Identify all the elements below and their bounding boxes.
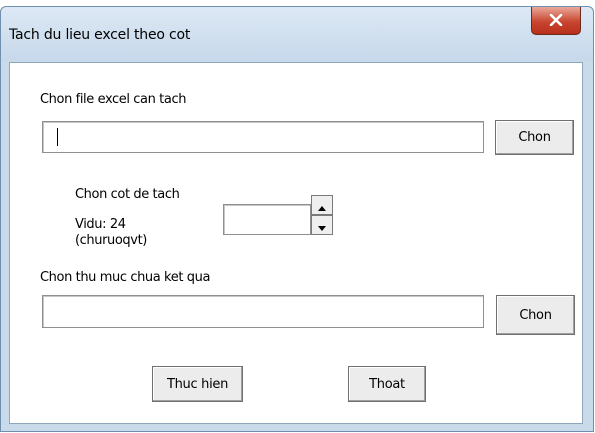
title-bar[interactable]: Tach du lieu excel theo cot — [1, 7, 593, 61]
close-button[interactable] — [531, 7, 581, 35]
column-example: Vidu: 24 — [75, 217, 126, 232]
output-folder-input[interactable] — [42, 295, 484, 328]
spin-up-button[interactable] — [311, 195, 333, 215]
arrow-up-icon — [318, 196, 326, 215]
file-label: Chon file excel can tach — [40, 92, 187, 107]
spin-down-button[interactable] — [311, 215, 333, 235]
exit-button[interactable]: Thoat — [348, 366, 426, 402]
browse-file-button[interactable]: Chon — [495, 120, 574, 155]
column-number-input[interactable] — [223, 204, 311, 235]
run-button[interactable]: Thuc hien — [152, 366, 243, 402]
column-spinner — [311, 195, 333, 235]
close-icon — [549, 11, 563, 30]
browse-folder-button[interactable]: Chon — [496, 295, 575, 335]
folder-label: Chon thu muc chua ket qua — [40, 270, 211, 285]
column-example-note: (churuoqvt) — [75, 233, 147, 247]
column-label: Chon cot de tach — [75, 187, 180, 202]
window-title: Tach du lieu excel theo cot — [9, 27, 191, 43]
file-path-input[interactable] — [42, 121, 484, 153]
text-cursor — [57, 128, 58, 146]
arrow-down-icon — [318, 216, 326, 235]
